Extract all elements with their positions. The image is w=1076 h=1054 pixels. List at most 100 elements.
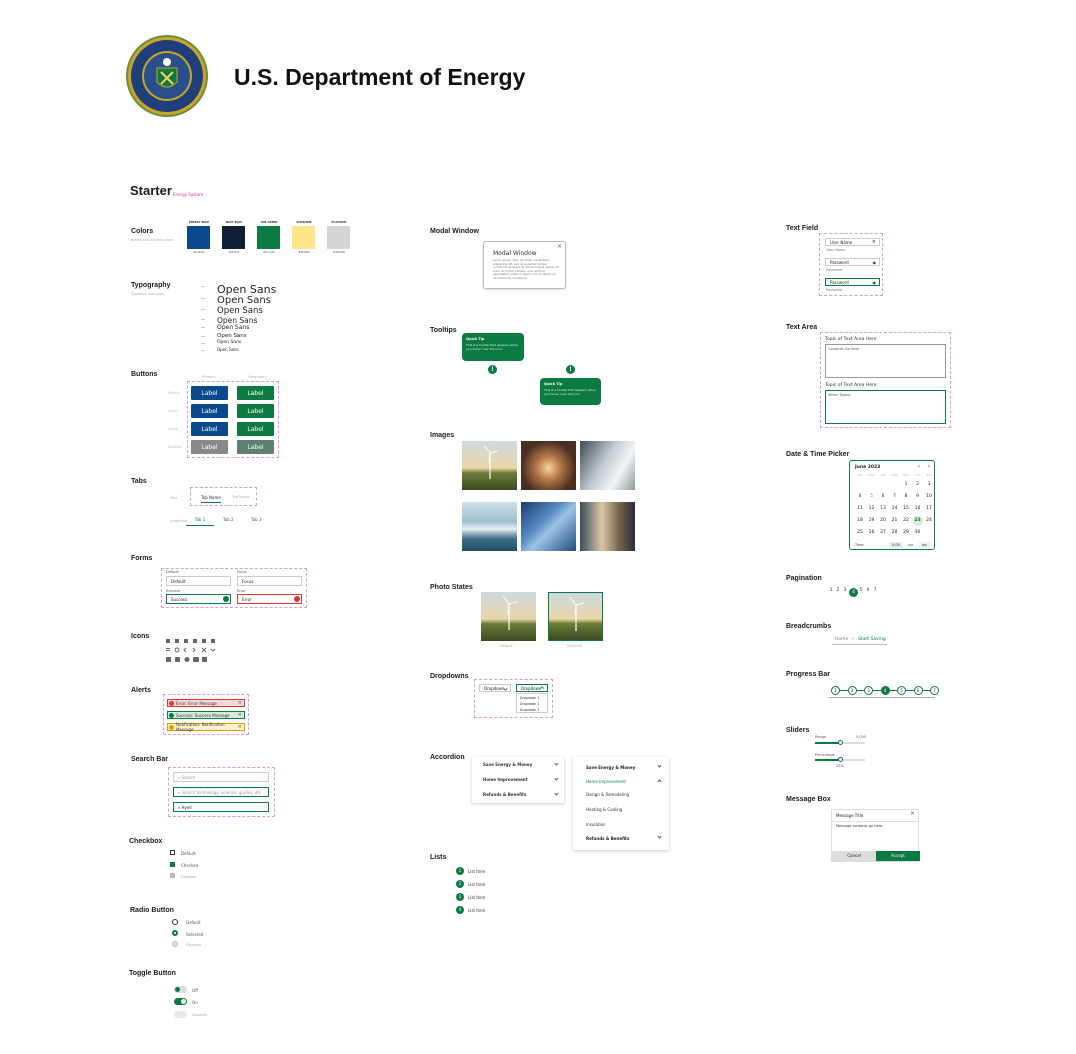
calendar-day[interactable]: 8: [901, 492, 911, 502]
dropdown-option-1[interactable]: Dropdown 2: [520, 702, 539, 706]
form-default-input[interactable]: Default: [166, 576, 231, 586]
time-input[interactable]: 0:00: [889, 542, 903, 548]
search-input-default[interactable]: ⌕ Search: [173, 772, 269, 782]
username-field[interactable]: User Name ×: [825, 238, 880, 246]
primary-button-hover[interactable]: Label: [191, 404, 228, 418]
calendar-day[interactable]: 2: [913, 480, 923, 490]
dropdown-option-2[interactable]: Dropdown 3: [520, 708, 539, 712]
calendar-day[interactable]: 1: [901, 480, 911, 490]
next-month-icon[interactable]: ›: [928, 463, 930, 470]
accordion-open-head-3[interactable]: Refunds & Benefits: [586, 836, 629, 841]
accordion-subitem-1[interactable]: Heating & Cooling: [586, 807, 622, 812]
search-input-typed[interactable]: ⌕ Hyell: [173, 802, 269, 812]
cancel-button[interactable]: Cancel: [832, 851, 876, 861]
calendar-day[interactable]: 14: [890, 504, 900, 514]
calendar-day[interactable]: 22: [901, 516, 911, 526]
prev-month-icon[interactable]: ‹: [918, 463, 920, 470]
calendar-day[interactable]: 27: [878, 528, 888, 538]
secondary-button-disabled[interactable]: Label: [237, 440, 274, 454]
radio-selected[interactable]: [172, 930, 178, 936]
slider-percentage-handle[interactable]: [838, 757, 843, 762]
dropdown-open[interactable]: Dropdown: [516, 684, 548, 692]
dropdown-closed[interactable]: Dropdown: [479, 684, 511, 692]
search-input-focus[interactable]: ⌕ Search technology, science, guides, et…: [173, 787, 269, 797]
calendar-day[interactable]: 5: [867, 492, 877, 502]
clear-icon[interactable]: ×: [872, 239, 876, 245]
calendar-day[interactable]: 20: [878, 516, 888, 526]
breadcrumb-home[interactable]: Home: [835, 637, 848, 642]
accordion-open-head-1[interactable]: Save Energy & Money: [586, 765, 635, 770]
am-button[interactable]: AM: [905, 542, 916, 548]
calendar-day[interactable]: 28: [890, 528, 900, 538]
checkbox-checked[interactable]: [170, 862, 175, 867]
tab-3[interactable]: Tab 3: [251, 517, 262, 522]
toggle-off[interactable]: [174, 986, 187, 993]
calendar-day[interactable]: 23: [912, 516, 923, 526]
form-focus-input[interactable]: Focus: [237, 576, 302, 586]
close-icon[interactable]: ×: [238, 712, 244, 718]
close-icon[interactable]: ×: [238, 724, 244, 730]
page-6[interactable]: 6: [865, 588, 871, 594]
pm-button[interactable]: PM: [919, 542, 930, 548]
tab-name-active[interactable]: Tab Name: [201, 495, 221, 503]
primary-button-disabled[interactable]: Label: [191, 440, 228, 454]
checkbox-default[interactable]: [170, 850, 175, 855]
calendar-day[interactable]: 9: [913, 492, 923, 502]
page-1[interactable]: 1: [828, 588, 834, 594]
calendar-day[interactable]: 7: [890, 492, 900, 502]
form-success-input[interactable]: Success: [166, 594, 231, 604]
accordion-item-1[interactable]: Home Improvement: [483, 777, 528, 782]
calendar-day[interactable]: 10: [924, 492, 934, 502]
date-picker-month[interactable]: June 2023: [855, 465, 880, 470]
accordion-item-0[interactable]: Save Energy & Money: [483, 762, 532, 767]
accordion-open-head-2[interactable]: Home Improvement: [586, 779, 626, 784]
calendar-day[interactable]: 19: [867, 516, 877, 526]
accordion-subitem-2[interactable]: Insulation: [586, 822, 606, 827]
accordion-subitem-0[interactable]: Design & Remodeling: [586, 792, 629, 797]
calendar-day[interactable]: 3: [924, 480, 934, 490]
password-field-focus[interactable]: Password ◉: [825, 278, 880, 286]
breadcrumb-current[interactable]: Start Saving: [858, 637, 886, 642]
text-area-1[interactable]: Contents Go Here: [825, 344, 946, 378]
eye-icon[interactable]: ◉: [873, 260, 877, 265]
tab-name-inactive[interactable]: Tab Name: [232, 495, 249, 499]
primary-button-active[interactable]: Label: [191, 422, 228, 436]
calendar-day[interactable]: 18: [855, 516, 865, 526]
dropdown-option-0[interactable]: Dropdown 1: [520, 696, 539, 700]
info-icon[interactable]: !: [488, 365, 497, 374]
photo-state-default[interactable]: [481, 592, 536, 641]
tab-1[interactable]: Tab 1: [186, 517, 214, 526]
photo-state-selected[interactable]: [548, 592, 603, 641]
accordion-item-2[interactable]: Refunds & Benefits: [483, 792, 526, 797]
page-5[interactable]: 5: [858, 588, 864, 594]
calendar-day[interactable]: 4: [855, 492, 865, 502]
page-2[interactable]: 2: [835, 588, 841, 594]
calendar-day[interactable]: 16: [913, 504, 923, 514]
calendar-day[interactable]: 29: [901, 528, 911, 538]
accept-button[interactable]: Accept: [876, 851, 920, 861]
info-icon[interactable]: !: [566, 365, 575, 374]
toggle-on[interactable]: [174, 998, 187, 1005]
calendar-day[interactable]: 15: [901, 504, 911, 514]
form-error-input[interactable]: Error: [237, 594, 302, 604]
secondary-button-default[interactable]: Label: [237, 386, 274, 400]
calendar-day[interactable]: 12: [867, 504, 877, 514]
calendar-day[interactable]: 25: [855, 528, 865, 538]
secondary-button-hover[interactable]: Label: [237, 404, 274, 418]
primary-button-default[interactable]: Label: [191, 386, 228, 400]
calendar-day[interactable]: 17: [924, 504, 934, 514]
tab-2[interactable]: Tab 2: [223, 517, 234, 522]
eye-icon[interactable]: ◉: [873, 280, 877, 285]
page-7[interactable]: 7: [872, 588, 878, 594]
secondary-button-active[interactable]: Label: [237, 422, 274, 436]
message-close-icon[interactable]: ×: [910, 810, 915, 817]
calendar-day[interactable]: 6: [878, 492, 888, 502]
close-icon[interactable]: ×: [238, 700, 244, 706]
password-field[interactable]: Password ◉: [825, 258, 880, 266]
radio-default[interactable]: [172, 919, 178, 925]
calendar-day[interactable]: 13: [878, 504, 888, 514]
text-area-2[interactable]: When Typing: [825, 390, 946, 424]
calendar-day[interactable]: 24: [924, 516, 934, 526]
page-4[interactable]: 4: [849, 588, 858, 597]
modal-close-icon[interactable]: ×: [557, 243, 562, 250]
